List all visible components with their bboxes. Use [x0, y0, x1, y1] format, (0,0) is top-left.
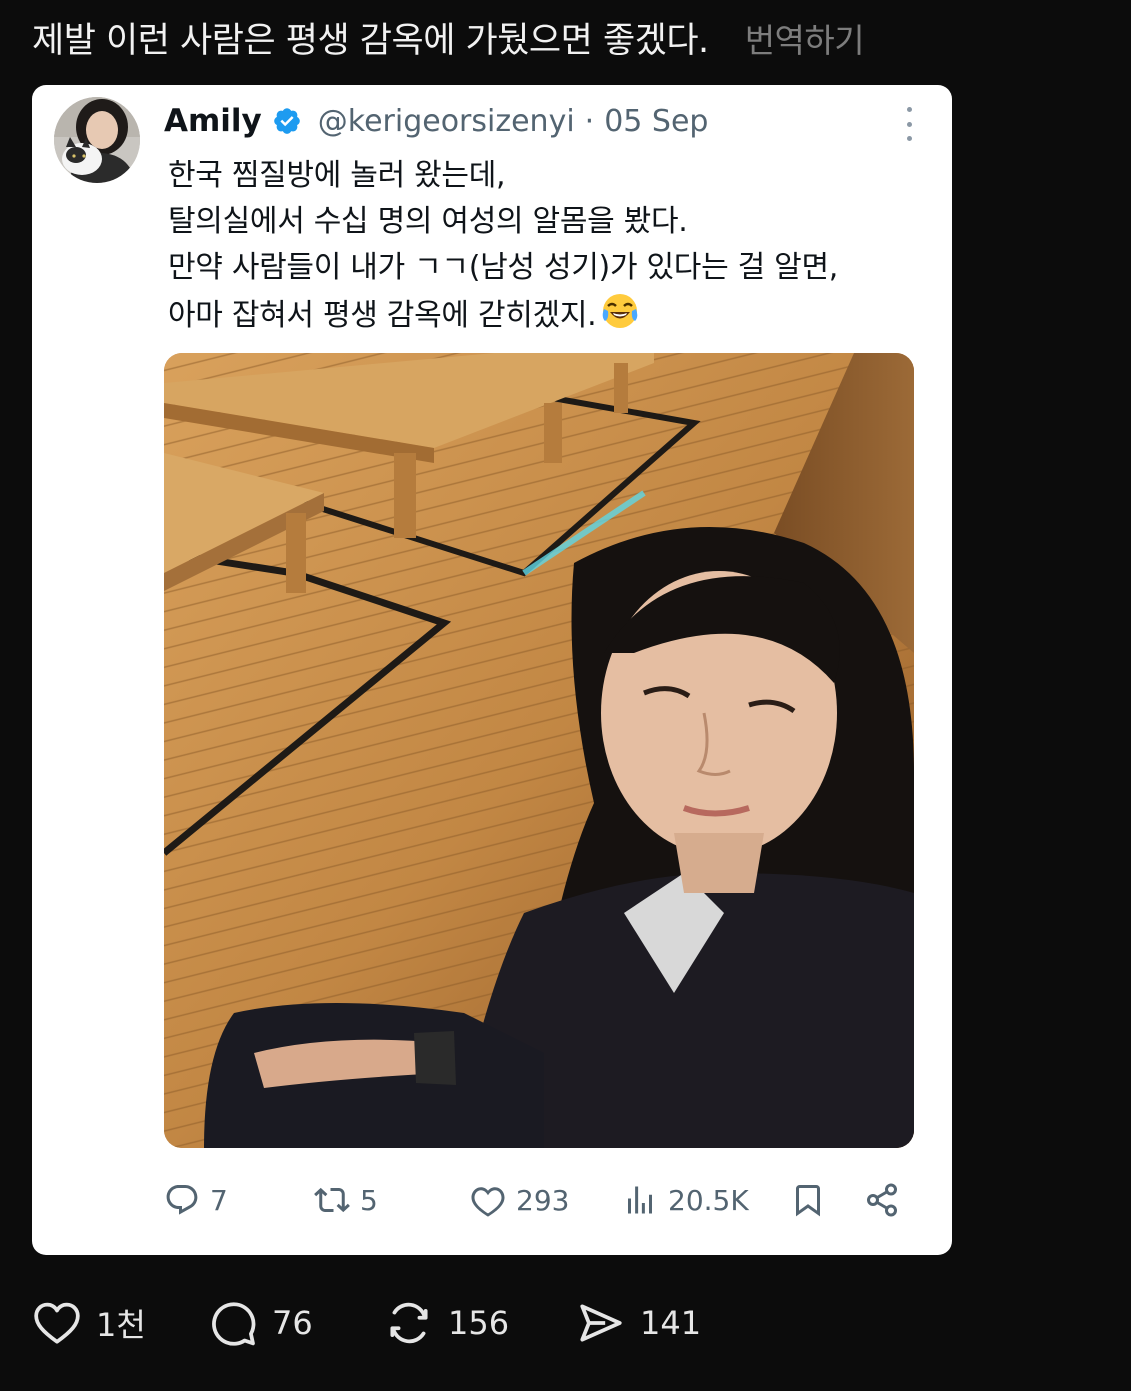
avatar[interactable]	[54, 97, 140, 183]
repost-arrows-icon	[390, 1302, 428, 1344]
tweet-text-line: 한국 찜질방에 놀러 왔는데,	[168, 158, 506, 193]
reply-icon	[166, 1185, 198, 1215]
repost-button[interactable]: 156	[384, 1295, 509, 1351]
embedded-tweet-card[interactable]: Amily @kerigeorsizenyi · 05 Sep 한국 찜질방에 …	[32, 85, 952, 1255]
more-options-icon[interactable]	[902, 107, 916, 141]
tears-of-joy-emoji-icon	[603, 294, 638, 328]
tweet-text-line-content: 아마 잡혀서 평생 감옥에 갇히겠지.	[168, 298, 597, 333]
reply-count: 7	[210, 1183, 228, 1217]
share-count: 141	[640, 1304, 702, 1342]
views-action[interactable]: 20.5K	[622, 1175, 749, 1225]
like-count: 1천	[96, 1306, 146, 1344]
tweet-text-line: 탈의실에서 수십 명의 여성의 알몸을 봤다.	[168, 204, 688, 239]
comment-button[interactable]: 76	[208, 1295, 313, 1351]
post-action-bar: 1천 76 156 141	[32, 1295, 732, 1355]
send-paper-plane-icon	[580, 1304, 622, 1342]
heart-icon	[471, 1187, 505, 1217]
translate-link[interactable]: 번역하기	[745, 14, 865, 62]
tweet-text: 한국 찜질방에 놀러 왔는데, 탈의실에서 수십 명의 여성의 알몸을 봤다. …	[168, 153, 938, 339]
share-icon	[867, 1183, 897, 1217]
tweet-header: Amily @kerigeorsizenyi · 05 Sep	[164, 103, 708, 139]
header-separator: ·	[584, 103, 595, 139]
repost-count: 5	[360, 1183, 378, 1217]
post-caption: 제발 이런 사람은 평생 감옥에 가뒀으면 좋겠다. 번역하기	[32, 12, 865, 63]
author-name[interactable]: Amily	[164, 103, 262, 139]
share-action[interactable]	[864, 1175, 900, 1225]
tweet-actions: 7 5 293 20.5K	[164, 1175, 914, 1225]
tweet-photo[interactable]	[164, 353, 914, 1148]
repost-count: 156	[448, 1304, 510, 1342]
tweet-text-line-last: 아마 잡혀서 평생 감옥에 갇히겠지.	[168, 291, 938, 339]
like-button[interactable]: 1천	[32, 1295, 146, 1351]
send-button[interactable]: 141	[576, 1295, 701, 1351]
verified-badge-icon	[273, 108, 300, 134]
tweet-date[interactable]: 05 Sep	[604, 104, 708, 139]
comment-count: 76	[272, 1304, 313, 1342]
photo-image	[164, 353, 914, 1148]
bookmark-icon	[796, 1185, 820, 1217]
tweet-text-line: 만약 사람들이 내가 ㄱㄱ(남성 성기)가 있다는 걸 알면,	[168, 250, 838, 285]
views-count: 20.5K	[668, 1183, 749, 1217]
like-count: 293	[516, 1183, 570, 1217]
repost-action[interactable]: 5	[314, 1175, 378, 1225]
like-action[interactable]: 293	[470, 1175, 569, 1225]
reply-action[interactable]: 7	[164, 1175, 228, 1225]
bookmark-action[interactable]	[790, 1175, 826, 1225]
screenshot-page: 제발 이런 사람은 평생 감옥에 가뒀으면 좋겠다. 번역하기 Amily @k…	[0, 0, 1131, 1391]
avatar-image	[54, 97, 140, 183]
views-bar-chart-icon	[628, 1186, 652, 1214]
author-handle[interactable]: @kerigeorsizenyi	[318, 104, 575, 139]
caption-text: 제발 이런 사람은 평생 감옥에 가뒀으면 좋겠다.	[32, 21, 709, 61]
heart-icon	[34, 1302, 80, 1344]
comment-bubble-icon	[212, 1302, 256, 1346]
repost-icon	[314, 1187, 350, 1213]
